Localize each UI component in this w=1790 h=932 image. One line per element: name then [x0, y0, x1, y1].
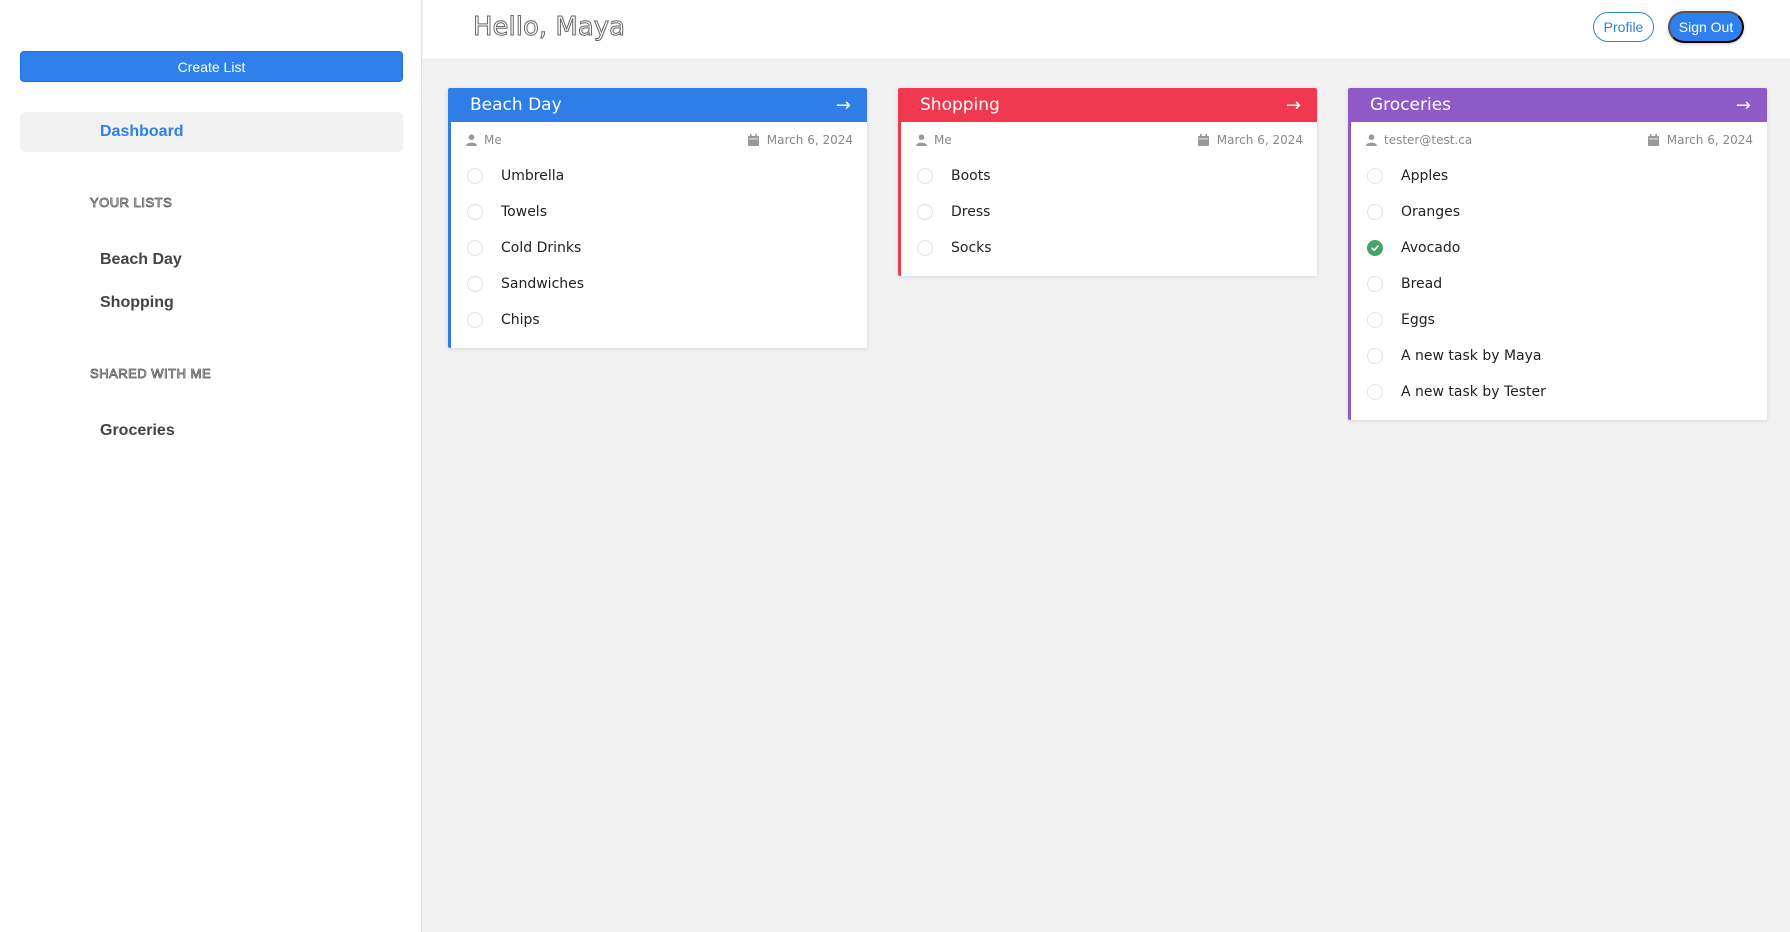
card-body: Me March 6, 2024 Umbrella Towels Cold Drinks… [448, 122, 867, 348]
arrow-right-icon[interactable]: → [1736, 95, 1751, 116]
task-label: Cold Drinks [501, 240, 582, 256]
sidebar-item-beach-day[interactable]: Beach Day [100, 251, 182, 269]
task-item[interactable]: Boots [901, 158, 1317, 194]
card-title: Shopping [920, 95, 1000, 115]
calendar-icon [1198, 134, 1210, 146]
task-checkbox[interactable] [1367, 312, 1383, 328]
task-item[interactable]: Avocado [1351, 230, 1767, 266]
greeting: Hello, Maya [472, 12, 626, 43]
task-item[interactable]: Dress [901, 194, 1317, 230]
task-item[interactable]: Cold Drinks [451, 230, 867, 266]
card-date: March 6, 2024 [748, 133, 853, 147]
card-date: March 6, 2024 [1198, 133, 1303, 147]
card-owner: tester@test.ca [1365, 133, 1472, 147]
task-label: Chips [501, 312, 540, 328]
task-item[interactable]: Sandwiches [451, 266, 867, 302]
card-header: Shopping → [898, 88, 1317, 122]
task-item[interactable]: Oranges [1351, 194, 1767, 230]
task-label: Socks [951, 240, 992, 256]
card-owner-text: tester@test.ca [1384, 133, 1473, 147]
task-item[interactable]: A new task by Tester [1351, 374, 1767, 410]
user-icon [465, 134, 477, 146]
card-header: Beach Day → [448, 88, 867, 122]
task-item[interactable]: Socks [901, 230, 1317, 266]
task-label: Sandwiches [501, 276, 585, 292]
task-list: Boots Dress Socks [901, 158, 1317, 276]
sign-out-button[interactable]: Sign Out [1668, 11, 1744, 43]
list-card-groceries: Groceries → tester@test.ca March 6, 2024 App… [1348, 88, 1767, 420]
task-checkbox[interactable] [917, 204, 933, 220]
card-owner: Me [915, 133, 952, 147]
sidebar: Create List Dashboard YOUR LISTS Beach D… [0, 0, 422, 932]
task-item[interactable]: Bread [1351, 266, 1767, 302]
check-circle-icon[interactable] [1367, 240, 1383, 256]
user-icon [915, 134, 927, 146]
task-item[interactable]: Chips [451, 302, 867, 338]
task-label: Eggs [1401, 312, 1435, 328]
task-checkbox[interactable] [467, 312, 483, 328]
card-owner: Me [465, 133, 502, 147]
card-date-text: March 6, 2024 [766, 133, 853, 147]
task-label: Avocado [1401, 240, 1461, 256]
task-label: Bread [1401, 276, 1443, 292]
card-body: Me March 6, 2024 Boots Dress Socks [898, 122, 1317, 276]
your-lists-heading: YOUR LISTS [90, 195, 173, 211]
task-label: Umbrella [501, 168, 565, 184]
arrow-right-icon[interactable]: → [1286, 95, 1301, 116]
task-label: A new task by Tester [1401, 384, 1546, 400]
sidebar-item-groceries[interactable]: Groceries [100, 422, 175, 440]
card-date: March 6, 2024 [1648, 133, 1753, 147]
task-checkbox[interactable] [917, 240, 933, 256]
task-checkbox[interactable] [1367, 204, 1383, 220]
calendar-icon [748, 134, 760, 146]
task-item[interactable]: Eggs [1351, 302, 1767, 338]
task-label: Apples [1401, 168, 1449, 184]
card-meta: Me March 6, 2024 [451, 122, 867, 158]
task-item[interactable]: Apples [1351, 158, 1767, 194]
card-date-text: March 6, 2024 [1216, 133, 1303, 147]
task-label: Oranges [1401, 204, 1461, 220]
card-title: Groceries [1370, 95, 1452, 115]
task-label: Boots [951, 168, 991, 184]
sidebar-item-dashboard[interactable]: Dashboard [20, 112, 403, 152]
card-owner-text: Me [934, 133, 952, 147]
user-icon [1365, 134, 1377, 146]
task-checkbox[interactable] [467, 168, 483, 184]
card-date-text: March 6, 2024 [1666, 133, 1753, 147]
task-checkbox[interactable] [467, 204, 483, 220]
task-checkbox[interactable] [1367, 384, 1383, 400]
card-meta: Me March 6, 2024 [901, 122, 1317, 158]
create-list-button[interactable]: Create List [20, 51, 403, 82]
profile-button[interactable]: Profile [1593, 12, 1654, 42]
card-title: Beach Day [470, 95, 562, 115]
shared-with-me-heading: SHARED WITH ME [90, 366, 212, 382]
task-checkbox[interactable] [467, 276, 483, 292]
list-card-beach-day: Beach Day → Me March 6, 2024 Umbrella Towels C… [448, 88, 867, 348]
task-checkbox[interactable] [1367, 348, 1383, 364]
task-list: Umbrella Towels Cold Drinks Sandwiches Chips [451, 158, 867, 348]
top-bar: Hello, Maya Profile Sign Out [423, 0, 1790, 60]
task-label: A new task by Maya [1401, 348, 1542, 364]
card-owner-text: Me [484, 133, 502, 147]
task-checkbox[interactable] [1367, 168, 1383, 184]
task-checkbox[interactable] [467, 240, 483, 256]
calendar-icon [1648, 134, 1660, 146]
task-item[interactable]: Umbrella [451, 158, 867, 194]
task-checkbox[interactable] [1367, 276, 1383, 292]
task-list: Apples Oranges Avocado Bread Eggs A new task … [1351, 158, 1767, 420]
task-item[interactable]: Towels [451, 194, 867, 230]
task-checkbox[interactable] [917, 168, 933, 184]
arrow-right-icon[interactable]: → [836, 95, 851, 116]
task-label: Dress [951, 204, 991, 220]
card-meta: tester@test.ca March 6, 2024 [1351, 122, 1767, 158]
task-item[interactable]: A new task by Maya [1351, 338, 1767, 374]
card-header: Groceries → [1348, 88, 1767, 122]
card-body: tester@test.ca March 6, 2024 Apples Oranges… [1348, 122, 1767, 420]
task-label: Towels [501, 204, 547, 220]
sidebar-item-shopping[interactable]: Shopping [100, 294, 174, 312]
list-card-shopping: Shopping → Me March 6, 2024 Boots Dress Socks [898, 88, 1317, 276]
